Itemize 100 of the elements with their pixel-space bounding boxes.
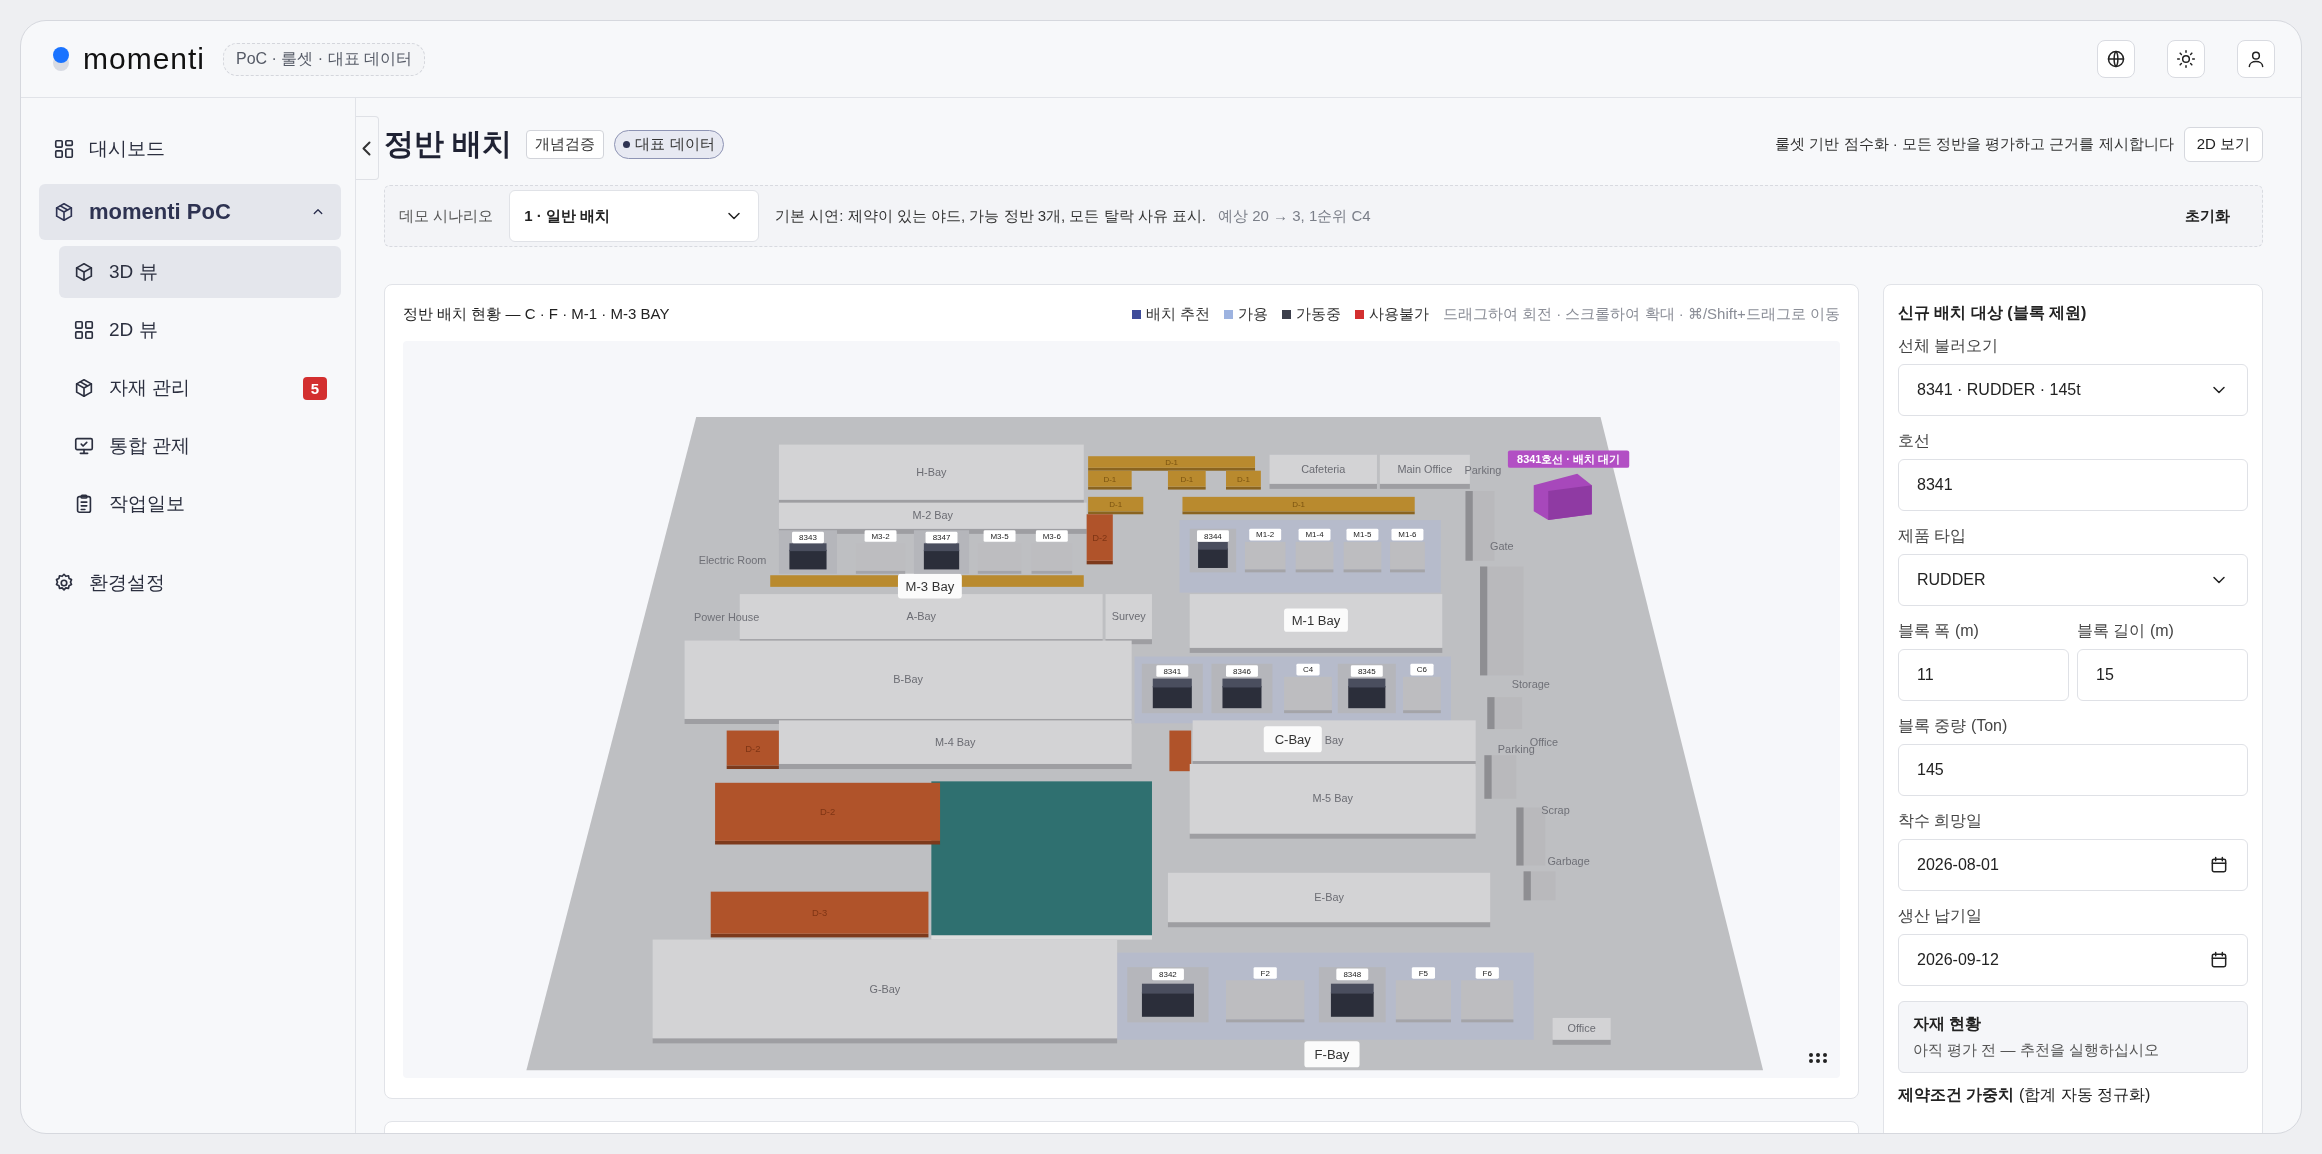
date-field[interactable]: 2026-09-12	[1898, 934, 2248, 986]
field-label: 선체 불러오기	[1898, 336, 2000, 355]
field-label: 착수 희망일	[1898, 811, 1984, 830]
status-tag: 대표 데이터	[614, 129, 724, 159]
count-badge: 5	[302, 376, 327, 400]
occupied-slot[interactable]: 8343	[778, 530, 837, 574]
yard-slot[interactable]: M3-5	[977, 530, 1022, 574]
occupied-slot[interactable]: 8348	[1318, 967, 1386, 1023]
waiting-block[interactable]: 8341호선 · 배치 대기	[1507, 450, 1630, 521]
user-icon	[2246, 49, 2266, 69]
calendar-icon	[2209, 950, 2229, 970]
bay-building: G-Bay	[652, 939, 1118, 1044]
chevron-left-icon	[362, 140, 371, 156]
yard-3d-view[interactable]	[403, 341, 1840, 1078]
toolbar-button[interactable]	[2167, 40, 2205, 78]
grid-icon	[53, 138, 75, 160]
input-field[interactable]: 145	[1898, 744, 2248, 796]
bay-building: M-4 Bay	[778, 720, 1132, 769]
material-text: 아직 평가 전 — 추천을 실행하십시오	[1913, 1041, 2160, 1060]
page-description: 룰셋 기반 점수화 · 모든 정반을 평가하고 근거를 제시합니다	[1775, 134, 2174, 154]
legend-label: 사용불가	[1368, 304, 1429, 324]
yard-slot[interactable]: M3-6	[1031, 530, 1073, 574]
settings-icon	[53, 572, 75, 594]
bay-building: M-1 Bay	[1189, 594, 1443, 653]
collapse-button[interactable]	[356, 116, 379, 180]
field-label: 제품 타입	[1898, 526, 1968, 545]
legend-label: 배치 추천	[1145, 304, 1210, 324]
dropdown-field[interactable]: RUDDER	[1898, 554, 2248, 606]
zone-label: Parking	[1464, 464, 1502, 477]
side-building	[1523, 871, 1556, 901]
field-label: 블록 길이 (m)	[2077, 621, 2175, 640]
input-field[interactable]: 8341	[1898, 459, 2248, 511]
occupied-slot[interactable]: 8341	[1141, 663, 1203, 714]
sidebar-item[interactable]: momenti PoC	[39, 184, 341, 240]
brand-tag: PoC · 룰셋 · 대표 데이터	[223, 42, 426, 76]
bay-building: M-2 Bay	[778, 502, 1087, 534]
field-label: 블록 폭 (m)	[1898, 621, 1980, 640]
occupied-slot[interactable]: 8346	[1211, 663, 1273, 714]
zone-label: Garbage	[1547, 854, 1590, 867]
toolbar-button[interactable]	[2237, 40, 2275, 78]
package-icon	[73, 377, 95, 399]
dropdown-field[interactable]: 8341 · RUDDER · 145t	[1898, 364, 2248, 416]
sun-icon	[2176, 49, 2196, 69]
restricted-area	[1169, 730, 1192, 772]
view-title: 정반 배치 현황 — C · F · M-1 · M-3 BAY	[403, 304, 670, 324]
legend-label: 가용	[1237, 304, 1268, 324]
occupied-slot[interactable]: 8347	[913, 530, 970, 574]
occupied-slot[interactable]: 8345	[1337, 663, 1396, 714]
side-building	[1487, 697, 1523, 730]
logo-icon	[51, 45, 71, 73]
monitor-icon	[73, 435, 95, 457]
scenario-expectation: 예상 20 → 3, 1순위 C4	[1218, 206, 1371, 226]
calendar-icon	[2209, 855, 2229, 875]
bay-building: Survey	[1105, 594, 1152, 645]
zone-label: Storage	[1511, 677, 1550, 690]
legend-label: 가동중	[1295, 304, 1341, 324]
field-label: 생산 납기일	[1898, 906, 1984, 925]
view-2d-button[interactable]: 2D 보기	[2183, 126, 2263, 162]
sidebar-item[interactable]: 통합 관제	[59, 420, 341, 472]
sidebar-item[interactable]: 대시보드	[39, 123, 341, 175]
bay-building: H-Bay	[778, 444, 1084, 505]
globe-icon	[2106, 49, 2126, 69]
material-title: 자재 현황	[1913, 1014, 1983, 1034]
zone-label: Electric Room	[698, 554, 767, 567]
bay-building: E-Bay	[1167, 872, 1491, 928]
field-label: 호선	[1898, 431, 1931, 450]
bay-label: C-Bay	[1263, 726, 1322, 753]
grid-icon	[73, 319, 95, 341]
bay-building: B-Bay	[684, 640, 1132, 724]
zone-label: Scrap	[1541, 804, 1570, 816]
panel-title: 신규 배치 대상 (블록 제원)	[1898, 303, 2088, 323]
yard-slot[interactable]: M3-2	[855, 530, 906, 574]
sidebar-item[interactable]: 환경설정	[39, 557, 341, 609]
page-title: 정반 배치	[384, 125, 513, 162]
more-options-icon[interactable]	[1808, 1052, 1828, 1064]
sidebar-item[interactable]: 자재 관리 5	[59, 362, 341, 414]
field-label: 블록 중량 (Ton)	[1898, 716, 2009, 735]
sidebar-item[interactable]: 3D 뷰	[59, 246, 341, 298]
bay-label: F-Bay	[1304, 1041, 1360, 1068]
toolbar-button[interactable]	[2097, 40, 2135, 78]
sidebar-item[interactable]: 작업일보	[59, 478, 341, 530]
status-tag: 개념검증	[526, 129, 605, 159]
sidebar-item[interactable]: 2D 뷰	[59, 304, 341, 356]
input-field[interactable]: 11	[1898, 649, 2069, 701]
weights-title: 제약조건 가중치 (합계 자동 정규화)	[1898, 1085, 2152, 1105]
input-field[interactable]: 15	[2077, 649, 2248, 701]
bay-building: M-5 Bay	[1189, 763, 1476, 839]
occupied-slot[interactable]: 8344	[1189, 528, 1237, 573]
view-hint: 드래그하여 회전 · 스크롤하여 확대 · ⌘/Shift+드래그로 이동	[1442, 304, 1840, 324]
zone-label: Power House	[694, 610, 760, 623]
occupied-slot[interactable]: 8342	[1127, 967, 1209, 1023]
date-field[interactable]: 2026-08-01	[1898, 839, 2248, 891]
zone-label: Gate	[1490, 539, 1514, 552]
scenario-dropdown[interactable]: 1 · 일반 배치	[509, 190, 760, 242]
side-building	[1484, 755, 1517, 799]
reset-button[interactable]: 초기화	[2179, 205, 2236, 227]
zone-label: Office	[1529, 735, 1558, 748]
bay-building: Cafeteria	[1269, 454, 1377, 489]
cube-icon	[73, 261, 95, 283]
brand-name: momenti	[83, 42, 206, 76]
